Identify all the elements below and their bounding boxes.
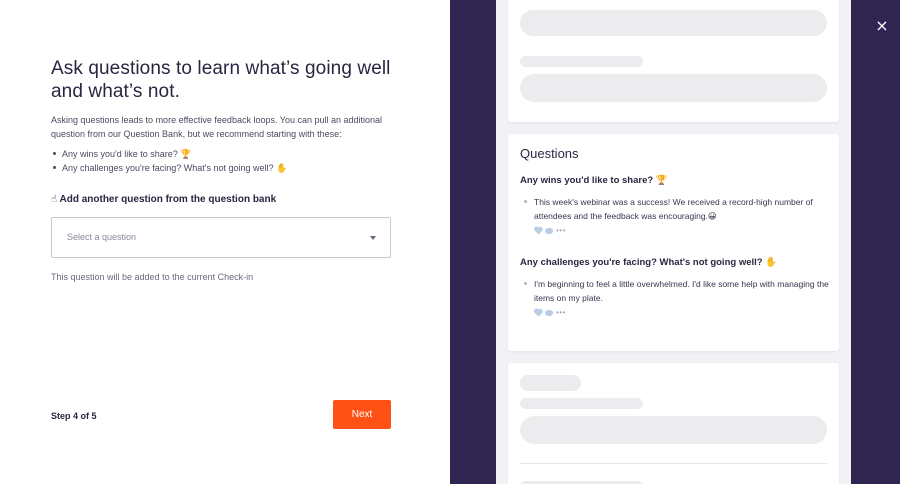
skeleton-bar [520,416,827,444]
step-indicator: Step 4 of 5 [51,411,97,421]
questions-card-title: Questions [520,146,579,161]
card-divider [520,463,827,464]
skeleton-bar [520,398,643,409]
skeleton-bar [520,375,581,391]
reaction-bar: ••• [534,307,566,317]
default-questions-list: Any wins you'd like to share? 🏆 Any chal… [51,147,391,175]
next-button[interactable]: Next [333,400,391,429]
preview-question: Any wins you'd like to share? 🏆 [520,175,668,186]
more-icon: ••• [556,307,566,317]
checkin-preview-panel: Questions Any wins you'd like to share? … [450,0,900,484]
question-select-placeholder: Select a question [67,232,137,242]
heart-icon [534,309,542,316]
comment-icon [545,227,553,234]
intro-text: Asking questions leads to more effective… [51,115,383,139]
preview-answer: This week's webinar was a success! We re… [524,195,829,223]
select-hint: This question will be added to the curre… [51,272,254,282]
skeleton-bar [520,56,643,67]
comment-icon [545,309,553,316]
skeleton-bar [520,74,827,102]
caret-down-icon [370,236,376,240]
close-icon[interactable]: × [874,18,890,34]
skeleton-card [508,363,839,484]
setup-panel: Ask questions to learn what’s going well… [0,0,450,484]
heart-icon [534,227,542,234]
add-question-heading: ☝ Add another question from the question… [51,194,277,205]
reaction-bar: ••• [534,225,566,235]
page-title: Ask questions to learn what’s going well… [51,58,391,102]
preview-question: Any challenges you're facing? What's not… [520,257,778,268]
skeleton-bar [520,10,827,36]
more-icon: ••• [556,225,566,235]
default-question-item: Any wins you'd like to share? 🏆 [51,147,391,161]
question-select[interactable]: Select a question [51,217,391,258]
skeleton-card [508,0,839,122]
default-question-item: Any challenges you're facing? What's not… [51,161,391,175]
questions-preview-card: Questions Any wins you'd like to share? … [508,134,839,351]
preview-answer: I'm beginning to feel a little overwhelm… [524,279,829,303]
